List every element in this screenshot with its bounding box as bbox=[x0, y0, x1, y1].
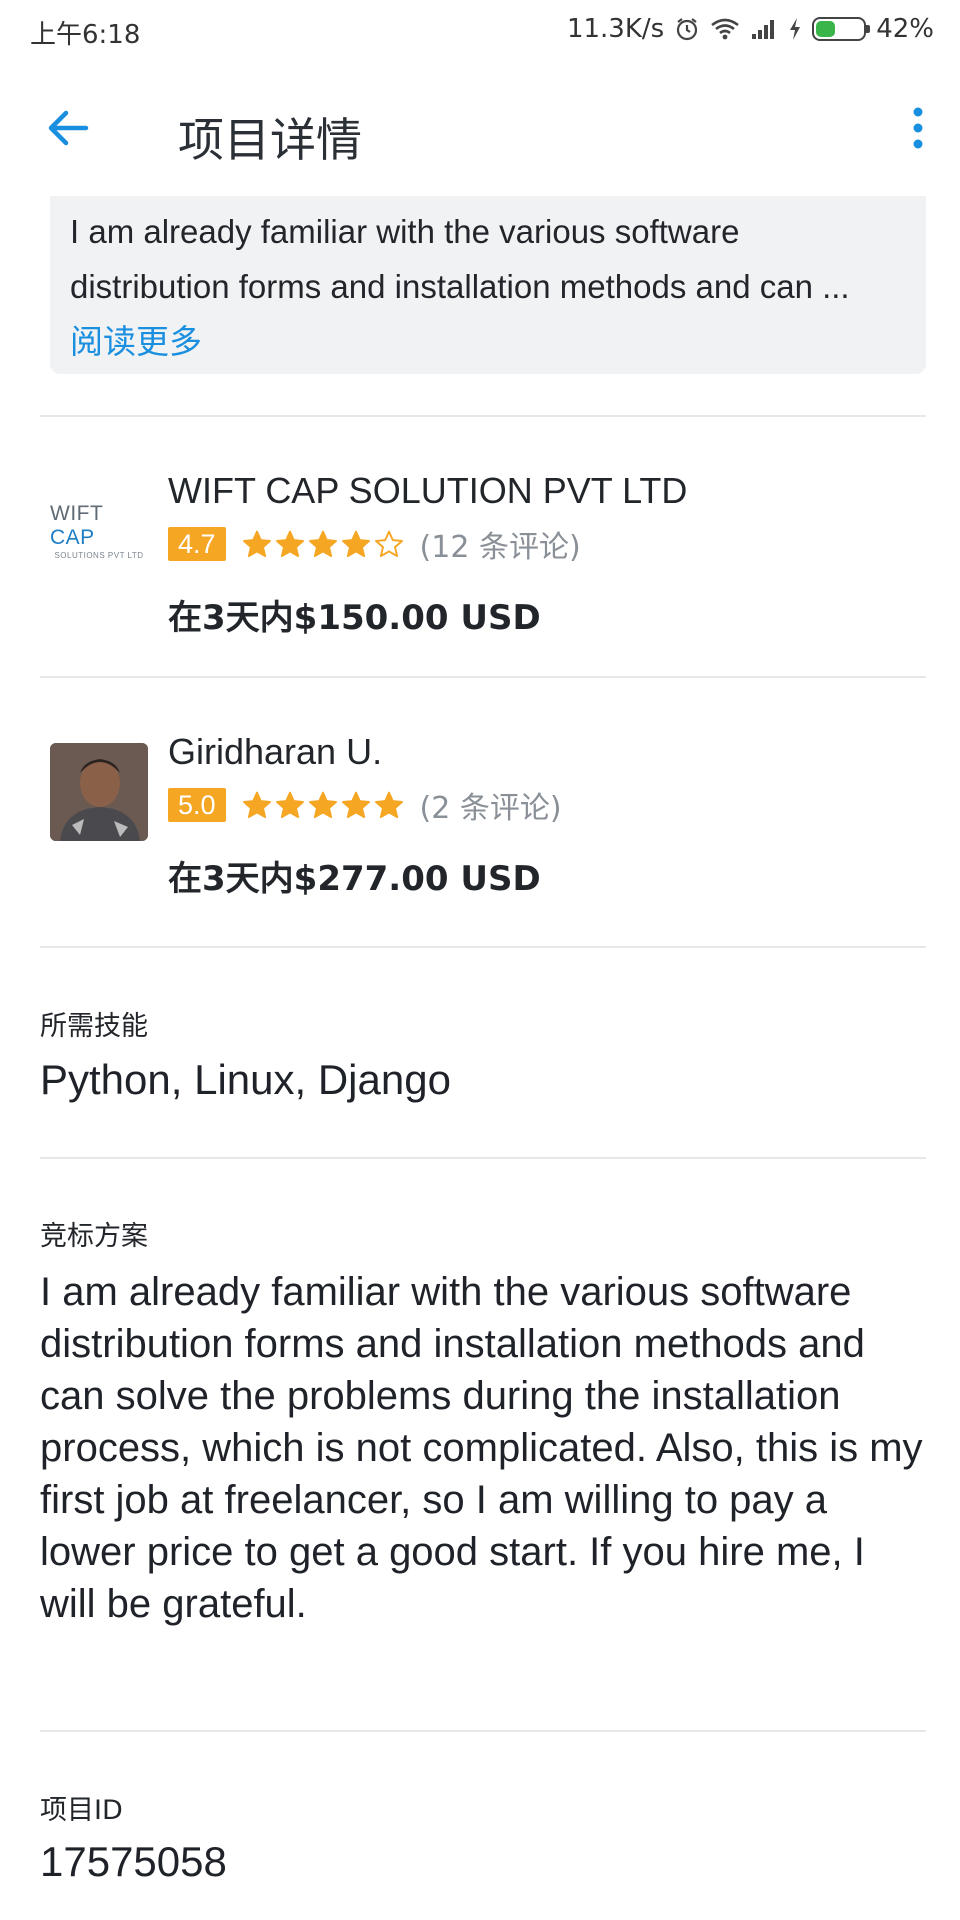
more-vertical-icon bbox=[913, 107, 923, 149]
review-count: (12 条评论) bbox=[419, 530, 581, 565]
battery-icon bbox=[812, 17, 871, 41]
star-filled-icon bbox=[275, 791, 304, 819]
star-filled-icon bbox=[341, 791, 370, 819]
net-speed: 11.3K/s bbox=[566, 14, 665, 44]
star-filled-icon bbox=[374, 791, 403, 819]
avatar bbox=[50, 743, 148, 841]
star-empty-icon bbox=[374, 530, 403, 558]
star-filled-icon bbox=[242, 530, 271, 558]
star-filled-icon bbox=[308, 530, 337, 558]
bid-item[interactable]: WIFT CAP SOLUTIONS PVT LTD WIFT CAP SOLU… bbox=[40, 422, 926, 642]
page-title: 项目详情 bbox=[178, 113, 362, 167]
star-filled-icon bbox=[308, 791, 337, 819]
more-options-button[interactable] bbox=[890, 100, 946, 156]
status-bar: 上午6:18 11.3K/s 42% bbox=[0, 0, 960, 60]
rating-row: 5.0 (2 条评论) bbox=[168, 787, 562, 826]
proposal-text: I am already familiar with the various s… bbox=[40, 1270, 923, 1626]
app-bar: 项目详情 bbox=[0, 60, 960, 196]
star-filled-icon bbox=[341, 530, 370, 558]
rating-badge: 4.7 bbox=[168, 527, 226, 561]
description-line-1: I am already familiar with the various s… bbox=[70, 213, 740, 250]
back-button[interactable] bbox=[40, 100, 96, 156]
bid-item[interactable]: Giridharan U. 5.0 (2 条评论) 在3天内$277.00 US… bbox=[40, 683, 926, 903]
skills-label: 所需技能 bbox=[40, 1011, 148, 1042]
star-filled-icon bbox=[275, 530, 304, 558]
star-rating bbox=[242, 529, 404, 559]
status-time: 上午6:18 bbox=[30, 20, 141, 50]
divider bbox=[40, 415, 926, 417]
star-rating bbox=[242, 790, 404, 820]
read-more-link[interactable]: 阅读更多 bbox=[70, 314, 906, 369]
skills-value: Python, Linux, Django bbox=[40, 1056, 451, 1103]
review-count: (2 条评论) bbox=[419, 791, 562, 826]
bidder-name: Giridharan U. bbox=[168, 731, 383, 772]
rating-badge: 5.0 bbox=[168, 788, 226, 822]
star-filled-icon bbox=[242, 791, 271, 819]
divider bbox=[40, 1730, 926, 1732]
logo-subtext: SOLUTIONS PVT LTD bbox=[54, 551, 144, 560]
description-line-2: distribution forms and installation meth… bbox=[70, 268, 850, 305]
rating-row: 4.7 (12 条评论) bbox=[168, 526, 581, 565]
alarm-icon bbox=[674, 16, 700, 42]
bid-price: 在3天内$277.00 USD bbox=[168, 859, 541, 899]
bidder-name: WIFT CAP SOLUTION PVT LTD bbox=[168, 470, 688, 511]
person-photo-icon bbox=[50, 743, 148, 841]
project-id-value: 17575058 bbox=[40, 1838, 227, 1885]
battery-percent: 42% bbox=[876, 14, 934, 44]
divider bbox=[40, 676, 926, 678]
bid-price: 在3天内$150.00 USD bbox=[168, 598, 541, 638]
project-id-label: 项目ID bbox=[40, 1795, 123, 1826]
project-description-card: I am already familiar with the various s… bbox=[50, 196, 926, 374]
arrow-left-icon bbox=[48, 110, 89, 146]
divider bbox=[40, 946, 926, 948]
logo-wordmark: WIFT CAP bbox=[50, 502, 103, 549]
status-right: 11.3K/s 42% bbox=[567, 14, 934, 44]
proposal-label: 竞标方案 bbox=[40, 1221, 148, 1252]
company-logo: WIFT CAP SOLUTIONS PVT LTD bbox=[50, 482, 148, 580]
charging-icon bbox=[788, 17, 802, 41]
divider bbox=[40, 1157, 926, 1159]
wifi-icon bbox=[710, 17, 740, 41]
signal-icon bbox=[750, 17, 778, 41]
